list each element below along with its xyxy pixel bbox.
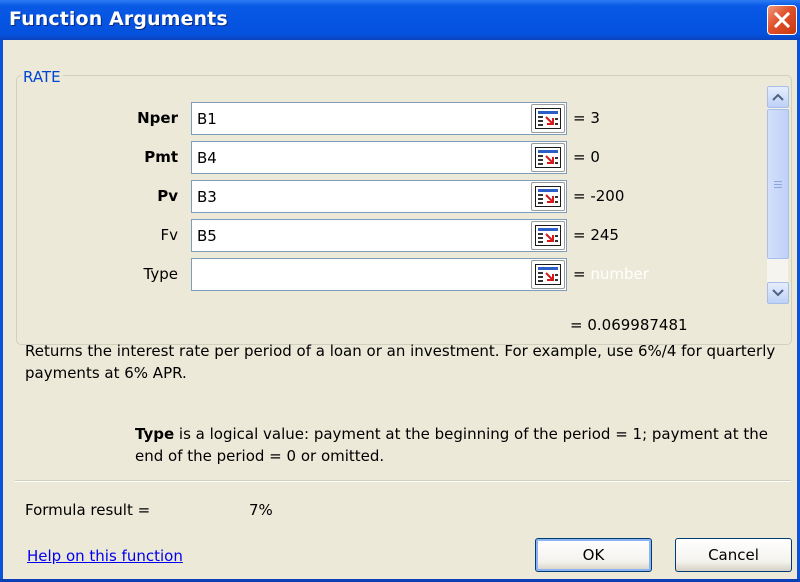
footer-separator	[15, 480, 791, 482]
argument-help-name: Type	[135, 425, 175, 443]
chevron-up-icon	[772, 93, 784, 101]
arguments-scrollbar[interactable]	[766, 86, 789, 304]
collapse-dialog-button-fv[interactable]	[531, 221, 565, 250]
range-select-icon	[535, 108, 561, 129]
grip-icon	[774, 180, 782, 188]
function-description: Returns the interest rate per period of …	[25, 342, 776, 382]
arg-label-pv: Pv	[157, 187, 178, 205]
arg-result-nper: = 3	[573, 109, 600, 127]
scroll-down-button[interactable]	[767, 282, 789, 304]
scroll-thumb[interactable]	[767, 109, 789, 259]
arg-input-nper[interactable]	[191, 102, 567, 135]
dialog-title: Function Arguments	[9, 8, 228, 30]
range-select-icon	[535, 147, 561, 168]
chevron-down-icon	[772, 289, 784, 297]
close-button[interactable]	[767, 5, 797, 35]
range-select-icon	[535, 264, 561, 285]
arg-label-type: Type	[143, 265, 178, 283]
collapse-dialog-button-type[interactable]	[531, 260, 565, 289]
overall-result: = 0.069987481	[570, 316, 688, 334]
collapse-dialog-button-nper[interactable]	[531, 104, 565, 133]
function-name-legend: RATE	[21, 68, 63, 86]
arg-input-pmt[interactable]	[191, 141, 567, 174]
arg-label-fv: Fv	[160, 226, 178, 244]
arg-result-type: = number	[573, 258, 649, 291]
range-select-icon	[535, 225, 561, 246]
close-icon	[773, 11, 791, 29]
arg-type-hint: number	[590, 265, 649, 283]
scroll-up-button[interactable]	[767, 86, 789, 108]
cancel-button[interactable]: Cancel	[675, 538, 792, 572]
arg-input-fv[interactable]	[191, 219, 567, 252]
formula-result-label: Formula result =	[25, 501, 151, 519]
argument-help-text: is a logical value: payment at the begin…	[135, 425, 768, 465]
arg-input-type[interactable]	[191, 258, 567, 291]
help-link[interactable]: Help on this function	[27, 547, 183, 565]
range-select-icon	[535, 186, 561, 207]
collapse-dialog-button-pv[interactable]	[531, 182, 565, 211]
arg-result-type-eq: =	[573, 265, 586, 283]
title-bar[interactable]: Function Arguments	[0, 0, 800, 40]
arg-label-nper: Nper	[137, 109, 178, 127]
formula-result-value: 7%	[249, 501, 273, 519]
arg-label-pmt: Pmt	[144, 148, 178, 166]
arg-result-fv: = 245	[573, 226, 619, 244]
dialog-body: RATE Nper = 3 Pmt = 0 Pv = -200 Fv	[3, 40, 797, 579]
collapse-dialog-button-pmt[interactable]	[531, 143, 565, 172]
argument-help: Type is a logical value: payment at the …	[135, 423, 790, 467]
arg-input-pv[interactable]	[191, 180, 567, 213]
arg-result-pmt: = 0	[573, 148, 600, 166]
arg-result-pv: = -200	[573, 187, 625, 205]
ok-button[interactable]: OK	[535, 538, 652, 572]
function-arguments-dialog: Function Arguments RATE Nper = 3 Pmt = 0	[0, 0, 800, 582]
